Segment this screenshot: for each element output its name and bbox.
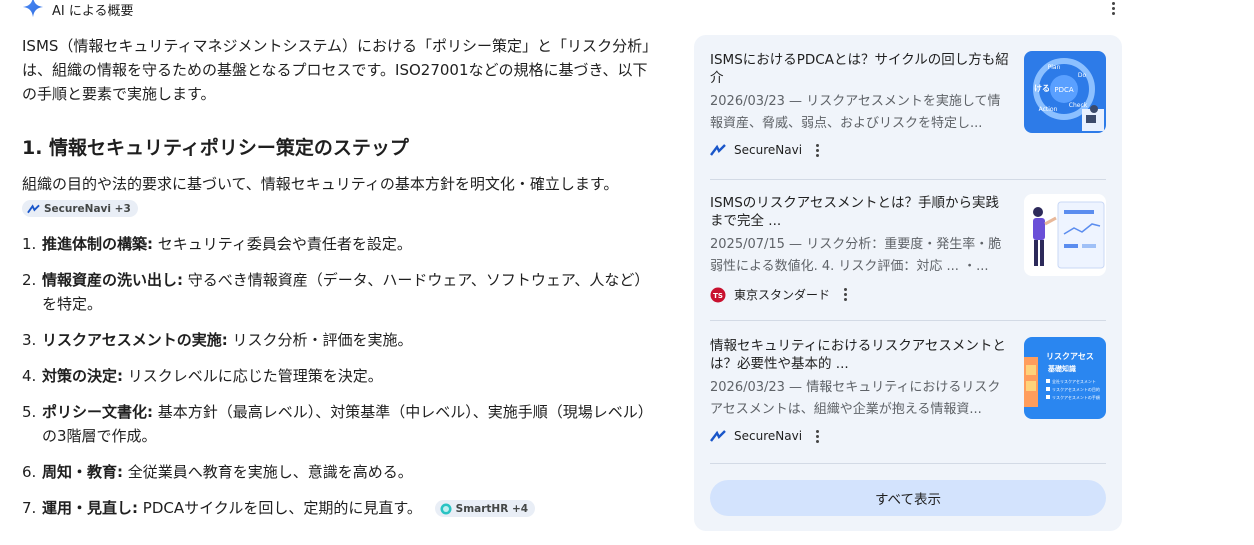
thumb-label: リスクアセス: [1046, 351, 1094, 361]
section-title: 1. 情報セキュリティポリシー策定のステップ: [22, 137, 409, 159]
thumb-label: リスクアセスメントの手順: [1052, 394, 1100, 400]
source-card-snippet: 2026/03/23 — リスクアセスメントを実施して情報資産、脅威、弱点、およ…: [710, 94, 1001, 131]
list-item: 2. 情報資産の洗い出し: 守るべき情報資産（データ、ハードウェア、ソフトウェア、…: [22, 271, 650, 313]
source-thumbnail: リスクアセス 基礎知識 全社リスクアセスメント リスクアセスメントの目的 リスク…: [1024, 337, 1106, 419]
source-site-name: SecureNavi: [734, 429, 803, 443]
source-site-name: 東京スタンダード: [734, 288, 831, 302]
thumb-label: ける: [1034, 84, 1050, 93]
card-divider: [710, 179, 1106, 180]
tokyo-standard-logo-icon: TS: [710, 287, 726, 302]
securenavi-logo-icon: [27, 203, 40, 213]
ai-overview-header: AI による概要: [22, 0, 134, 19]
source-card-site: TS 東京スタンダード: [710, 286, 848, 303]
source-chip-smarthr[interactable]: SmartHR +4: [434, 500, 536, 517]
source-card-title[interactable]: ISMSのリスクアセスメントとは？手順から実践まで完全 ...: [710, 194, 1010, 230]
risk-assessment-illustration: [1033, 201, 1105, 269]
risk-basics-illustration: リスクアセス 基礎知識 全社リスクアセスメント リスクアセスメントの目的 リスク…: [1024, 351, 1100, 407]
card-divider: [710, 320, 1106, 321]
smarthr-logo-icon: [440, 503, 452, 514]
source-card-snippet: 2025/07/15 — リスク分析：重要度・発生率・脆弱性による数値化. 4.…: [710, 237, 1002, 274]
thumb-label: Check: [1069, 102, 1088, 109]
list-item: 5. ポリシー文書化: 基本方針（最高レベル）、対策基準（中レベル）、実施手順（現…: [22, 403, 653, 445]
source-card[interactable]: 情報セキュリティにおけるリスクアセスメントとは？必要性や基本的 ... 2026…: [710, 337, 1106, 457]
intro-paragraph: ISMS（情報セキュリティマネジメントシステム）における「ポリシー策定」と「リス…: [22, 37, 658, 103]
thumb-label: 全社リスクアセスメント: [1052, 378, 1096, 384]
list-item: 6. 周知・教育: 全従業員へ教育を実施し、意識を高める。: [22, 463, 413, 481]
source-chip-securenavi[interactable]: SecureNavi +3: [22, 200, 138, 217]
list-item: 4. 対策の決定: リスクレベルに応じた管理策を決定。: [22, 367, 383, 385]
source-thumbnail: [1024, 194, 1106, 276]
source-thumbnail: PDCA Plan Do Action Check ける: [1024, 51, 1106, 133]
source-card-title[interactable]: ISMSにおけるPDCAとは？サイクルの回し方も紹介: [710, 51, 1010, 87]
list-item: 7. 運用・見直し: PDCAサイクルを回し、定期的に見直す。 SmartHR +…: [22, 496, 662, 520]
thumb-label: Action: [1039, 106, 1058, 113]
securenavi-logo-icon: [710, 430, 726, 442]
sources-panel: ISMSにおけるPDCAとは？サイクルの回し方も紹介 2026/03/23 — …: [694, 35, 1122, 531]
source-more-icon[interactable]: [844, 288, 848, 301]
source-more-icon[interactable]: [816, 143, 820, 157]
thumb-label: Do: [1078, 72, 1087, 79]
source-more-icon[interactable]: [816, 429, 820, 443]
steps-list: 1. 推進体制の構築: セキュリティ委員会や責任者を設定。 2. 情報資産の洗い出し…: [22, 232, 662, 520]
section-description: 組織の目的や法的要求に基づいて、情報セキュリティの基本方針を明文化・確立します。…: [22, 172, 642, 220]
thumb-label: リスクアセスメントの目的: [1052, 386, 1100, 392]
section-description-text: 組織の目的や法的要求に基づいて、情報セキュリティの基本方針を明文化・確立します。: [22, 175, 619, 193]
source-chip-label: SmartHR +4: [455, 502, 529, 515]
source-card-title[interactable]: 情報セキュリティにおけるリスクアセスメントとは？必要性や基本的 ...: [710, 337, 1010, 373]
logo-text: TS: [713, 292, 723, 300]
source-card-snippet: 2026/03/23 — 情報セキュリティにおけるリスクアセスメントは、組織や企…: [710, 380, 1001, 417]
gemini-sparkle-icon: [22, 0, 44, 18]
pdca-cycle-illustration: PDCA Plan Do Action Check ける: [1033, 58, 1104, 131]
source-card[interactable]: ISMSにおけるPDCAとは？サイクルの回し方も紹介 2026/03/23 — …: [710, 51, 1106, 171]
card-divider: [710, 463, 1106, 464]
thumb-label: 基礎知識: [1047, 364, 1076, 373]
thumb-label: PDCA: [1054, 86, 1073, 94]
source-chip-label: SecureNavi +3: [44, 202, 131, 215]
ai-overview-label: AI による概要: [52, 3, 134, 19]
list-item: 1. 推進体制の構築: セキュリティ委員会や責任者を設定。: [22, 235, 412, 253]
source-card[interactable]: ISMSのリスクアセスメントとは？手順から実践まで完全 ... 2025/07/…: [710, 194, 1106, 314]
source-card-site: SecureNavi: [710, 429, 820, 443]
list-item: 3. リスクアセスメントの実施: リスク分析・評価を実施。: [22, 331, 413, 349]
source-card-site: SecureNavi: [710, 143, 820, 157]
overview-content: ISMS（情報セキュリティマネジメントシステム）における「ポリシー策定」と「リス…: [22, 34, 662, 532]
show-all-button[interactable]: すべて表示: [710, 480, 1106, 516]
securenavi-logo-icon: [710, 144, 726, 156]
source-site-name: SecureNavi: [734, 143, 803, 157]
more-options-icon[interactable]: [1106, 0, 1120, 16]
thumb-label: Plan: [1048, 64, 1061, 71]
